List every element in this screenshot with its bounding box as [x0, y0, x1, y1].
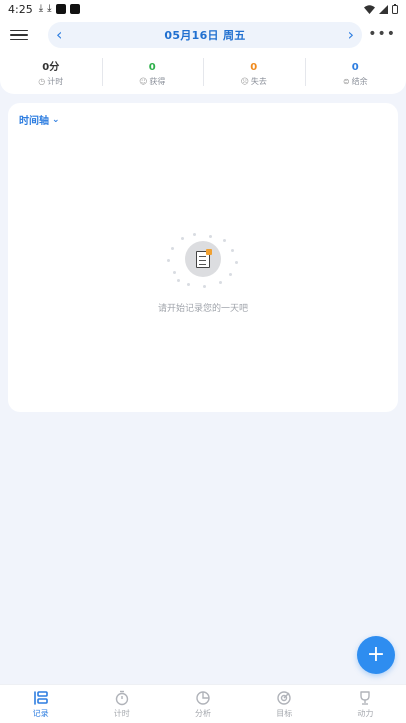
smile-icon: ☺ — [139, 76, 148, 86]
trophy-icon — [357, 690, 373, 706]
record-icon — [33, 690, 49, 706]
empty-illustration — [163, 233, 243, 289]
stat-value: 0 — [250, 61, 258, 73]
notification-icon-2 — [69, 4, 80, 14]
nav-item-goal[interactable]: 目标 — [244, 685, 325, 723]
timer-icon — [114, 690, 130, 706]
stat-label: 结余 — [351, 76, 368, 86]
stat-label-row: ☺ 获得 — [139, 76, 165, 87]
empty-state: 请开始记录您的一天吧 — [8, 233, 398, 314]
empty-message: 请开始记录您的一天吧 — [157, 304, 248, 314]
pie-chart-icon — [195, 690, 211, 706]
document-icon-badge — [185, 241, 221, 277]
stat-label: 计时 — [47, 76, 64, 86]
nav-label: 目标 — [276, 708, 293, 718]
nav-item-record[interactable]: 记录 — [0, 685, 81, 723]
chevron-down-icon: ⌄ — [52, 114, 60, 125]
target-icon — [276, 690, 292, 706]
add-record-button[interactable]: + — [357, 636, 395, 674]
nav-label: 记录 — [32, 708, 49, 718]
stat-value: 0 — [148, 61, 156, 73]
stat-label: 获得 — [149, 76, 166, 86]
timeline-label: 时间轴 — [19, 116, 49, 127]
bottom-navigation: 记录 计时 分析 目标 动力 — [0, 684, 406, 723]
stat-label: 失去 — [250, 76, 267, 86]
nav-item-timer[interactable]: 计时 — [81, 685, 162, 723]
stat-lost: 0 ☹ 失去 — [203, 54, 305, 94]
nav-item-analysis[interactable]: 分析 — [162, 685, 243, 723]
menu-icon[interactable] — [10, 26, 28, 44]
date-selector: ‹ 05月16日 周五 › — [48, 22, 362, 48]
stats-summary: 0分 ◷ 计时 0 ☺ 获得 0 ☹ 失去 0 ⊜ 结余 — [0, 54, 406, 94]
timeline-card: 时间轴 ⌄ 请开始记录您的一天吧 — [8, 103, 398, 412]
wifi-icon — [364, 4, 375, 14]
next-day-button[interactable]: › — [348, 25, 354, 45]
signal-icon — [379, 4, 388, 14]
nav-label: 分析 — [195, 708, 211, 718]
timeline-dropdown[interactable]: 时间轴 ⌄ — [19, 112, 60, 128]
stat-label-row: ◷ 计时 — [38, 76, 63, 87]
nav-item-motivation[interactable]: 动力 — [325, 685, 406, 723]
stat-timing: 0分 ◷ 计时 — [0, 54, 102, 94]
plus-icon: + — [366, 642, 386, 667]
status-time: 4:25 — [8, 2, 33, 16]
nav-label: 动力 — [357, 708, 374, 718]
stat-balance: 0 ⊜ 结余 — [304, 54, 406, 94]
clock-icon: ◷ — [38, 76, 46, 86]
more-options-icon[interactable]: ••• — [368, 27, 396, 41]
status-right — [364, 4, 398, 14]
balance-icon: ⊜ — [342, 76, 350, 86]
prev-day-button[interactable]: ‹ — [56, 25, 62, 45]
document-icon — [196, 248, 212, 268]
stat-label-row: ⊜ 结余 — [343, 76, 368, 87]
battery-icon — [392, 4, 398, 14]
stat-label-row: ☹ 失去 — [241, 76, 267, 87]
stat-gained: 0 ☺ 获得 — [101, 54, 204, 94]
current-date[interactable]: 05月16日 周五 — [164, 27, 245, 43]
stat-value: 0分 — [42, 61, 60, 73]
sad-icon: ☹ — [240, 76, 249, 86]
stat-value: 0 — [351, 61, 359, 73]
notification-icon — [55, 4, 66, 14]
nav-label: 计时 — [113, 708, 130, 718]
download-icon: ⤓ — [38, 3, 44, 14]
status-bar: 4:25 ⤓ ⤓ — [0, 0, 406, 18]
download-icon-2: ⤓ — [47, 3, 52, 14]
top-bar: ‹ 05月16日 周五 › ••• — [0, 18, 406, 54]
